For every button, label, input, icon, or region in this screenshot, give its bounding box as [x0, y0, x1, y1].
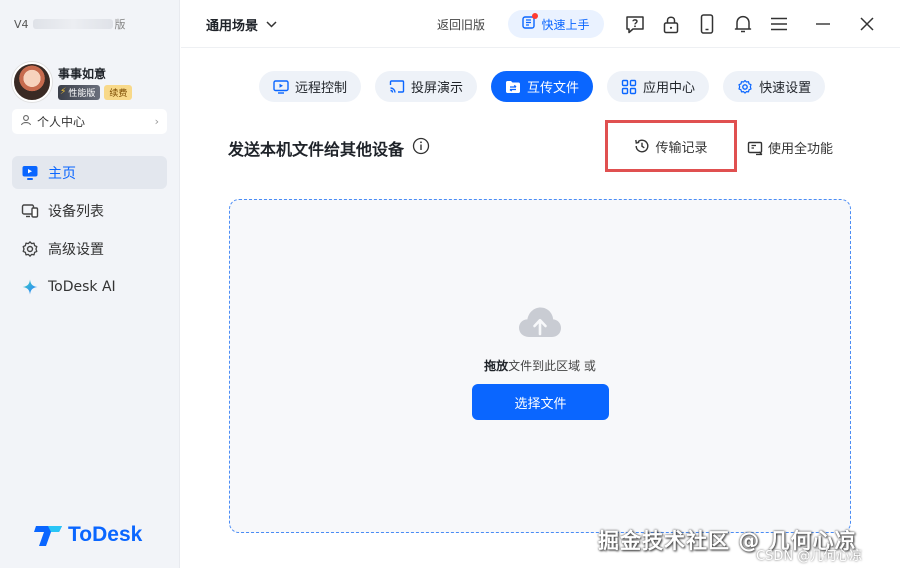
guide-icon: [522, 13, 539, 32]
back-to-old-version-link[interactable]: 返回旧版: [437, 16, 485, 33]
settings-icon: [737, 79, 753, 95]
app-window: V4 版 事事如意 ⚡ 性能版 续费 个人中心 › 主页 设备列表 高级设置 T…: [0, 0, 900, 568]
sidebar-item-label: 高级设置: [48, 241, 104, 258]
chevron-right-icon: ›: [154, 115, 159, 128]
bell-icon[interactable]: [725, 12, 761, 36]
version-suffix: 版: [114, 18, 126, 31]
avatar[interactable]: [12, 62, 52, 102]
window-icon: [747, 140, 763, 156]
todesk-logo-text: ToDesk: [68, 523, 143, 546]
tab-app-center[interactable]: 应用中心: [607, 71, 710, 102]
cloud-upload-icon: [518, 306, 562, 342]
version-prefix: V4: [14, 17, 29, 31]
sidebar-nav: 主页 设备列表 高级设置 ToDesk AI: [12, 156, 167, 308]
tab-quick-settings[interactable]: 快速设置: [723, 71, 826, 102]
file-drop-zone[interactable]: 拖放文件到此区域 或 选择文件: [229, 199, 851, 533]
remote-control-icon: [273, 79, 289, 95]
help-icon[interactable]: [617, 12, 653, 36]
watermark-sub: CSDN @几何心凉: [756, 549, 863, 564]
tab-label: 快速设置: [759, 81, 812, 96]
renew-badge[interactable]: 续费: [104, 84, 133, 100]
todesk-logo-icon: [34, 522, 64, 548]
tab-remote-control[interactable]: 远程控制: [259, 71, 362, 102]
performance-badge-label: 性能版: [68, 88, 96, 99]
profile-info: 事事如意 ⚡ 性能版 续费: [58, 65, 133, 100]
drop-instruction: 拖放文件到此区域 或: [230, 357, 850, 374]
function-tabs: 远程控制 投屏演示 互传文件 应用中心 快速设置: [259, 71, 826, 102]
badges: ⚡ 性能版 续费: [58, 84, 133, 100]
scene-dropdown[interactable]: 通用场景: [206, 15, 277, 34]
transfer-history-button[interactable]: 传输记录: [605, 120, 737, 172]
select-file-button[interactable]: 选择文件: [472, 384, 609, 420]
drop-instruction-text: 文件到此区域 或: [508, 359, 596, 373]
apps-icon: [621, 79, 637, 95]
transfer-history-label: 传输记录: [655, 140, 708, 156]
menu-icon[interactable]: [761, 12, 797, 36]
full-function-label: 使用全功能: [768, 142, 834, 157]
close-icon[interactable]: [845, 12, 889, 36]
devices-icon: [20, 201, 40, 221]
tab-label: 互传文件: [527, 81, 580, 96]
sidebar-item-label: ToDesk AI: [48, 278, 116, 295]
main-panel: 通用场景 返回旧版 快速上手 远程控制 投屏演示 互传文件 应用中心 快速设置 …: [181, 0, 900, 568]
monitor-icon: [20, 163, 40, 183]
top-icons: [617, 12, 797, 36]
info-icon[interactable]: [412, 137, 430, 159]
scene-label: 通用场景: [206, 19, 259, 34]
cast-icon: [389, 79, 405, 95]
sidebar-item-home[interactable]: 主页: [12, 156, 167, 189]
chevron-down-icon: [266, 18, 277, 31]
tab-label: 应用中心: [643, 81, 696, 96]
drop-instruction-bold: 拖放: [484, 359, 509, 373]
history-icon: [634, 138, 650, 154]
sidebar-item-label: 设备列表: [48, 203, 104, 220]
phone-icon[interactable]: [689, 12, 725, 36]
username: 事事如意: [58, 66, 107, 81]
personal-center-button[interactable]: 个人中心 ›: [12, 109, 167, 134]
profile[interactable]: 事事如意 ⚡ 性能版 续费: [12, 62, 133, 102]
todesk-logo: ToDesk: [34, 522, 142, 548]
tab-label: 远程控制: [295, 81, 348, 96]
tab-screen-cast[interactable]: 投屏演示: [375, 71, 478, 102]
personal-center-label: 个人中心: [37, 115, 86, 129]
quick-start-label: 快速上手: [541, 17, 590, 32]
window-controls: [801, 12, 889, 36]
sidebar-item-label: 主页: [48, 165, 76, 182]
gear-icon: [20, 239, 40, 259]
lock-icon[interactable]: [653, 12, 689, 36]
topbar: 通用场景 返回旧版 快速上手: [181, 0, 900, 48]
quick-start-button[interactable]: 快速上手: [508, 10, 604, 38]
user-icon: [20, 114, 32, 129]
tab-file-transfer[interactable]: 互传文件: [491, 71, 594, 102]
tab-label: 投屏演示: [411, 81, 464, 96]
sidebar-item-devices[interactable]: 设备列表: [12, 194, 167, 227]
sidebar: V4 版 事事如意 ⚡ 性能版 续费 个人中心 › 主页 设备列表 高级设置 T…: [0, 0, 180, 568]
version-label: V4 版: [14, 16, 126, 32]
sidebar-item-todesk-ai[interactable]: ToDesk AI: [12, 270, 167, 303]
sidebar-item-advanced-settings[interactable]: 高级设置: [12, 232, 167, 265]
version-blur: [32, 19, 113, 29]
performance-badge: ⚡ 性能版: [58, 84, 101, 100]
bolt-icon: ⚡: [60, 87, 67, 97]
full-function-button[interactable]: 使用全功能: [747, 138, 833, 157]
sparkle-icon: [20, 277, 40, 297]
file-transfer-icon: [505, 79, 521, 95]
page-title: 发送本机文件给其他设备: [228, 136, 430, 160]
minimize-icon[interactable]: [801, 12, 845, 36]
page-title-text: 发送本机文件给其他设备: [228, 140, 405, 159]
notification-dot: [532, 13, 539, 19]
